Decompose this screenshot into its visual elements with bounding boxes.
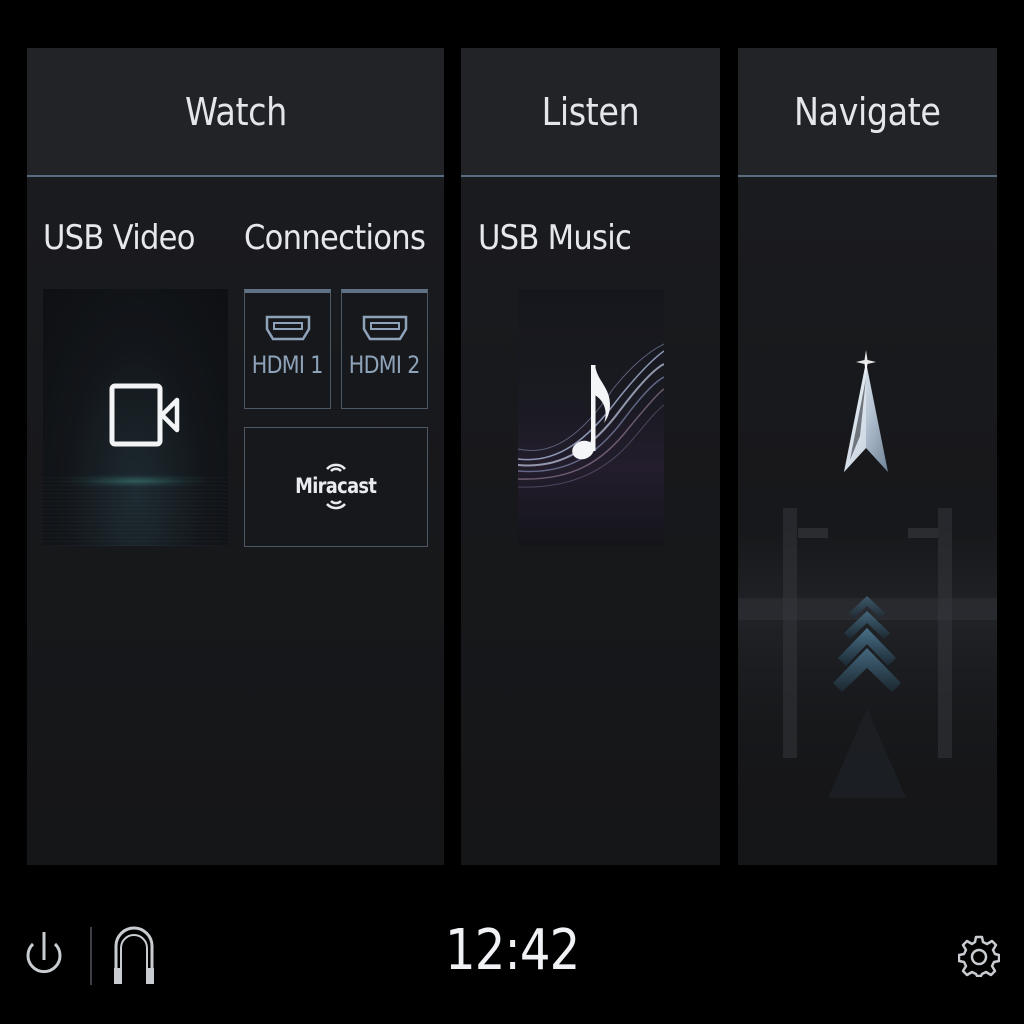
app-screen: Watch Listen Navigate USB Video Connecti… bbox=[0, 0, 1024, 1024]
navigate-panel-title: Navigate bbox=[794, 89, 941, 134]
watch-panel-title: Watch bbox=[184, 89, 287, 134]
miracast-icon bbox=[326, 500, 346, 510]
road-background-art bbox=[738, 508, 997, 798]
watch-panel-header[interactable]: Watch bbox=[27, 48, 444, 177]
usb-video-tile[interactable] bbox=[43, 289, 228, 546]
hdmi1-label: HDMI 1 bbox=[252, 351, 324, 379]
hdmi-port-icon bbox=[265, 315, 310, 341]
tile-glow bbox=[63, 474, 208, 488]
gear-icon[interactable] bbox=[958, 935, 1000, 977]
navigation-arrow-icon bbox=[844, 350, 888, 472]
hdmi-port-icon bbox=[362, 315, 407, 341]
listen-panel-title: Listen bbox=[541, 89, 640, 134]
usb-music-label: USB Music bbox=[478, 218, 632, 258]
usb-music-tile[interactable] bbox=[518, 289, 664, 546]
music-note-icon bbox=[572, 365, 610, 460]
clock: 12:42 bbox=[0, 918, 1024, 983]
clock-time: 12:42 bbox=[444, 918, 580, 983]
miracast-tile[interactable]: Miracast bbox=[244, 427, 428, 547]
video-camera-icon bbox=[109, 383, 180, 447]
hdmi2-tile[interactable]: HDMI 2 bbox=[341, 289, 428, 409]
usb-video-label: USB Video bbox=[43, 218, 196, 258]
hdmi2-label: HDMI 2 bbox=[349, 351, 421, 379]
navigate-panel-header[interactable]: Navigate bbox=[738, 48, 997, 177]
miracast-label: Miracast bbox=[295, 474, 377, 498]
connections-label: Connections bbox=[244, 218, 426, 258]
miracast-icon bbox=[326, 463, 346, 472]
hdmi1-tile[interactable]: HDMI 1 bbox=[244, 289, 331, 409]
listen-panel-header[interactable]: Listen bbox=[461, 48, 720, 177]
